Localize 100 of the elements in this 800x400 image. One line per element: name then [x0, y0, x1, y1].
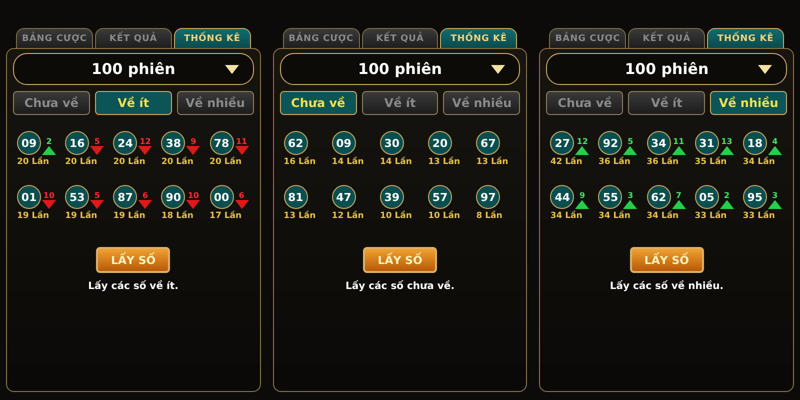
session-dropdown[interactable]: 100 phiên — [13, 53, 254, 85]
number-ball: 38 — [161, 131, 186, 155]
hit-count: 20 Lần — [17, 157, 49, 167]
number-ball: 55 — [598, 185, 622, 209]
delta-count: 9 — [580, 191, 586, 200]
hit-count: 35 Lần — [694, 157, 727, 167]
filter-tab[interactable]: Chưa về — [546, 91, 624, 115]
delta-count: 7 — [676, 191, 682, 200]
delta-count: 4 — [772, 137, 778, 146]
hit-count: 36 Lần — [598, 157, 630, 167]
number-ball: 16 — [65, 131, 90, 155]
up-triangle-icon — [623, 200, 638, 209]
caret-icon — [758, 65, 772, 74]
up-triangle-icon — [768, 146, 782, 155]
delta-count: 5 — [628, 137, 634, 146]
number-ball: 20 — [428, 131, 452, 155]
number-ball: 90 — [161, 185, 186, 209]
hit-count: 10 Lần — [380, 211, 412, 221]
hit-count: 14 Lần — [332, 157, 364, 167]
hit-count: 34 Lần — [646, 211, 679, 221]
number-ball: 67 — [476, 131, 500, 155]
delta-count: 5 — [94, 137, 100, 146]
filter-tab[interactable]: Về ít — [628, 91, 706, 115]
hit-count: 33 Lần — [742, 211, 775, 221]
tab[interactable]: THỐNG KÊ — [174, 28, 251, 48]
get-numbers-button[interactable]: LẤY SỐ — [630, 247, 704, 273]
number-ball: 09 — [332, 131, 356, 155]
hit-count: 10 Lần — [428, 211, 460, 221]
filter-tab[interactable]: Về ít — [362, 91, 438, 115]
delta-count: 11 — [673, 137, 684, 146]
hit-count: 17 Lần — [210, 211, 242, 221]
up-triangle-icon — [42, 146, 56, 155]
number-ball: 78 — [210, 131, 234, 155]
number-ball: 47 — [332, 185, 356, 209]
delta-count: 3 — [772, 191, 778, 200]
up-triangle-icon — [672, 200, 686, 209]
filter-tab[interactable]: Chưa về — [13, 91, 90, 115]
session-dropdown[interactable]: 100 phiên — [280, 53, 520, 85]
hit-count: 20 Lần — [65, 157, 98, 167]
down-triangle-icon — [42, 200, 56, 209]
number-ball: 44 — [550, 185, 574, 209]
delta-count: 12 — [576, 137, 588, 146]
hit-count: 19 Lần — [113, 211, 146, 221]
get-numbers-button[interactable]: LẤY SỐ — [363, 247, 437, 273]
tab[interactable]: THỐNG KÊ — [440, 28, 518, 48]
tab[interactable]: KẾT QUẢ — [94, 28, 172, 48]
delta-count: 10 — [43, 191, 55, 200]
hit-count: 13 Lần — [428, 157, 460, 167]
hit-count: 12 Lần — [332, 211, 364, 221]
caption: Lấy các số về nhiều. — [610, 281, 724, 292]
filter-tab[interactable]: Về nhiều — [710, 91, 788, 115]
tab[interactable]: BẢNG CƯỢC — [549, 28, 626, 48]
up-triangle-icon — [720, 200, 734, 209]
number-ball: 30 — [380, 131, 404, 155]
number-ball: 34 — [646, 131, 671, 155]
hit-count: 34 Lần — [742, 157, 775, 167]
delta-count: 2 — [724, 191, 730, 200]
hit-count: 34 Lần — [550, 211, 582, 221]
down-triangle-icon — [186, 200, 200, 209]
hit-count: 13 Lần — [476, 157, 508, 167]
number-ball: 62 — [284, 131, 308, 155]
up-triangle-icon — [672, 146, 686, 155]
hit-count: 20 Lần — [113, 157, 146, 167]
number-ball: 62 — [646, 185, 671, 209]
number-ball: 27 — [550, 131, 574, 155]
down-triangle-icon — [138, 146, 152, 155]
filter-tab[interactable]: Về nhiều — [443, 91, 520, 115]
tab[interactable]: KẾT QUẢ — [628, 28, 706, 48]
delta-count: 2 — [46, 137, 52, 146]
filter-tab[interactable]: Về ít — [94, 91, 172, 115]
number-ball: 00 — [210, 185, 234, 209]
delta-count: 13 — [721, 137, 732, 146]
up-triangle-icon — [575, 146, 590, 155]
tab[interactable]: BẢNG CƯỢC — [282, 28, 360, 48]
number-ball: 01 — [17, 185, 41, 209]
hit-count: 8 Lần — [476, 211, 502, 221]
caret-icon — [224, 65, 239, 74]
down-triangle-icon — [234, 146, 249, 155]
tab[interactable]: BẢNG CƯỢC — [16, 28, 93, 48]
hit-count: 14 Lần — [380, 157, 412, 167]
caption: Lấy các số chưa về. — [346, 281, 455, 292]
tab[interactable]: KẾT QUẢ — [362, 28, 438, 48]
delta-count: 6 — [238, 191, 244, 200]
number-ball: 97 — [476, 185, 500, 209]
session-dropdown[interactable]: 100 phiên — [546, 53, 788, 85]
hit-count: 13 Lần — [284, 211, 316, 221]
hit-count: 20 Lần — [161, 157, 194, 167]
down-triangle-icon — [186, 146, 200, 155]
number-ball: 57 — [428, 185, 452, 209]
delta-count: 12 — [140, 137, 151, 146]
hit-count: 36 Lần — [646, 157, 679, 167]
number-ball: 09 — [17, 131, 41, 155]
number-ball: 24 — [113, 131, 138, 155]
filter-tab[interactable]: Chưa về — [280, 91, 357, 115]
number-ball: 05 — [694, 185, 719, 209]
filter-tab[interactable]: Về nhiều — [176, 91, 254, 115]
up-triangle-icon — [623, 146, 638, 155]
tab[interactable]: THỐNG KÊ — [707, 28, 784, 48]
down-triangle-icon — [90, 200, 104, 209]
get-numbers-button[interactable]: LẤY SỐ — [96, 247, 170, 273]
